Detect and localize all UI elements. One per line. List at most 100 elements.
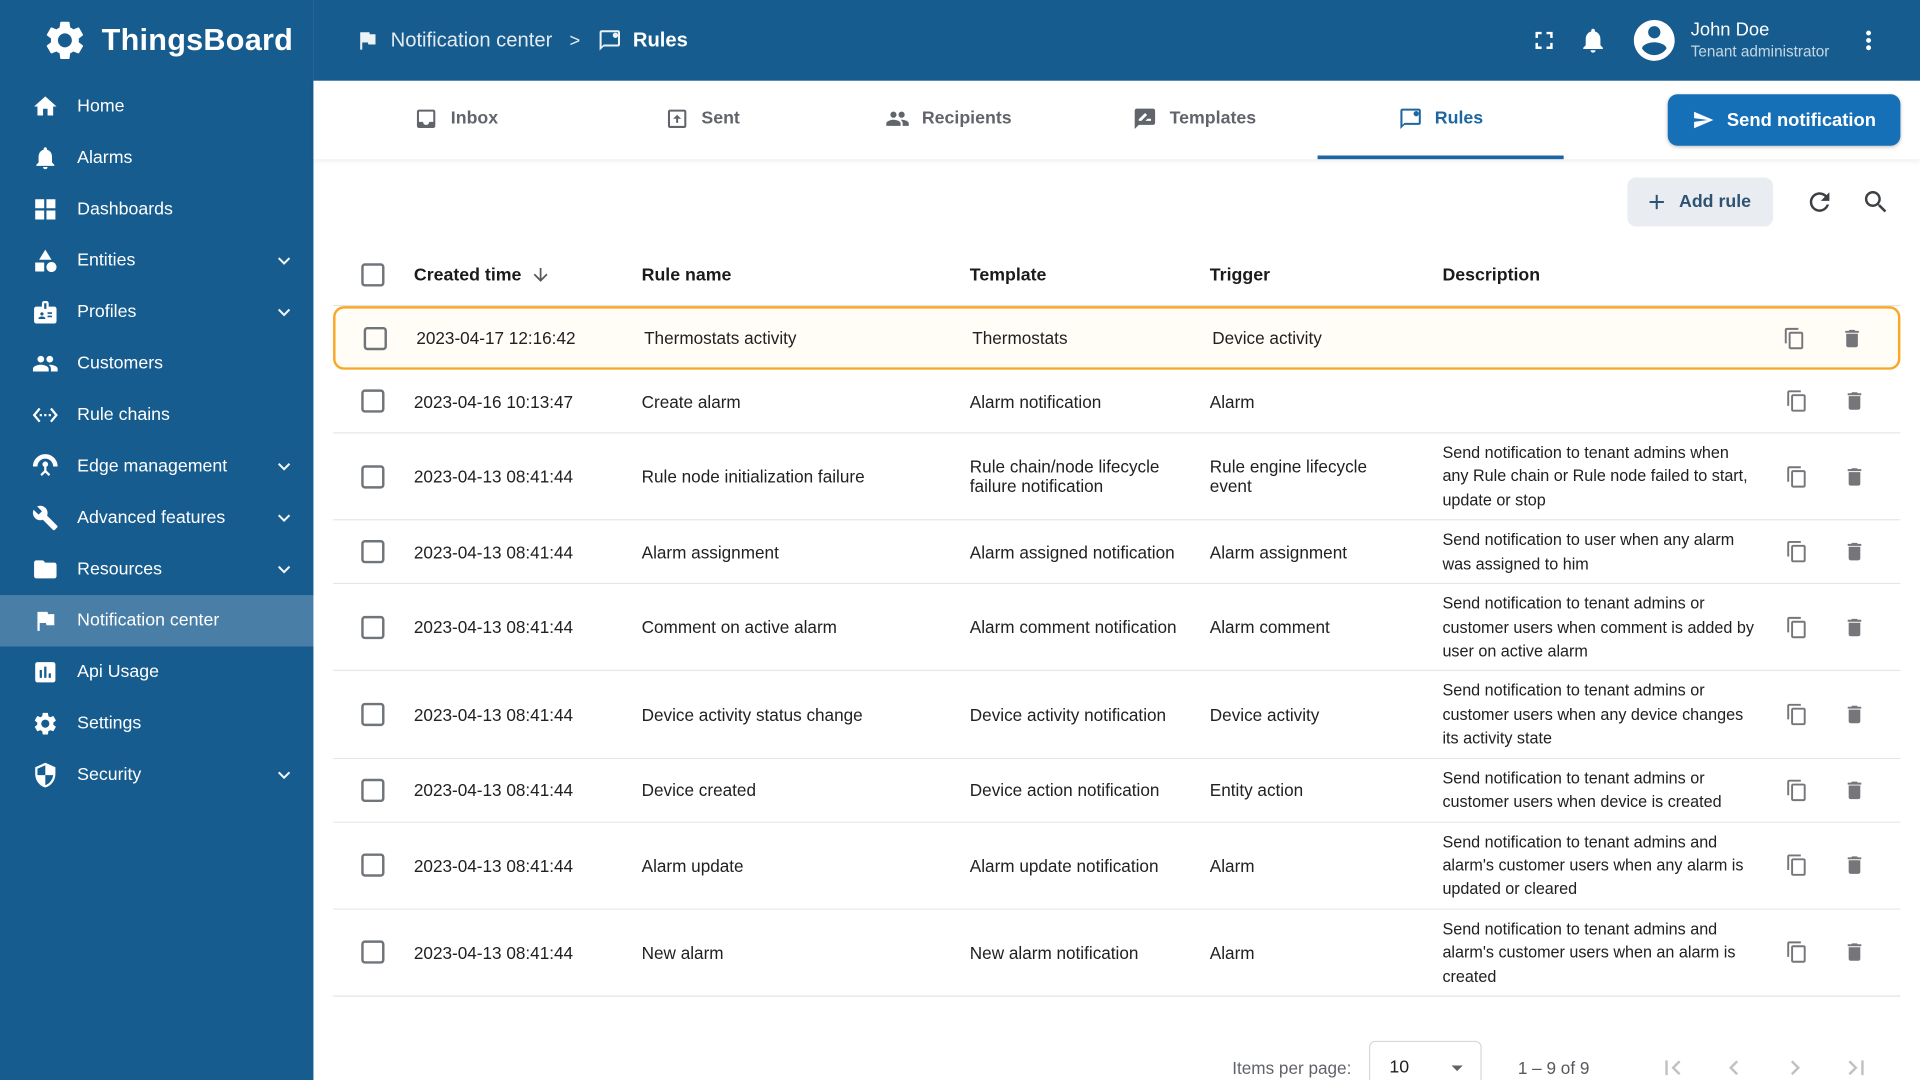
copy-rule-button[interactable] bbox=[1783, 326, 1806, 349]
sidebar-item-settings[interactable]: Settings bbox=[0, 698, 313, 749]
table-row[interactable]: 2023-04-13 08:41:44 Alarm update Alarm u… bbox=[333, 822, 1901, 910]
search-button[interactable] bbox=[1851, 178, 1900, 227]
breadcrumb-parent[interactable]: Notification center bbox=[391, 29, 553, 52]
table-row[interactable]: 2023-04-17 12:16:42 Thermostats activity… bbox=[333, 306, 1901, 370]
sidebar-item-dashboards[interactable]: Dashboards bbox=[0, 184, 313, 235]
sidebar-item-entities[interactable]: Entities bbox=[0, 235, 313, 286]
chevron-down-icon bbox=[272, 454, 296, 478]
copy-rule-button[interactable] bbox=[1785, 778, 1808, 801]
copy-rule-button[interactable] bbox=[1785, 703, 1808, 726]
copy-rule-button[interactable] bbox=[1785, 616, 1808, 639]
row-checkbox[interactable] bbox=[361, 853, 385, 878]
table-row[interactable]: 2023-04-13 08:41:44 New alarm New alarm … bbox=[333, 909, 1901, 997]
copy-rule-button[interactable] bbox=[1785, 540, 1808, 563]
copy-rule-button[interactable] bbox=[1785, 854, 1808, 877]
header-template[interactable]: Template bbox=[950, 258, 1190, 292]
header-created-time[interactable]: Created time bbox=[394, 257, 622, 293]
row-checkbox[interactable] bbox=[361, 702, 385, 727]
tab-templates[interactable]: Templates bbox=[1071, 81, 1317, 159]
row-checkbox[interactable] bbox=[363, 326, 387, 350]
tab-sent[interactable]: Sent bbox=[579, 81, 825, 159]
row-checkbox[interactable] bbox=[361, 941, 385, 965]
delete-rule-button[interactable] bbox=[1843, 616, 1866, 639]
row-checkbox[interactable] bbox=[361, 464, 385, 489]
first-page-button[interactable] bbox=[1658, 1053, 1687, 1080]
tab-rules[interactable]: Rules bbox=[1317, 81, 1564, 160]
chevron-down-icon bbox=[272, 506, 296, 530]
table-row[interactable]: 2023-04-13 08:41:44 Device activity stat… bbox=[333, 671, 1901, 759]
cell-rule-name: Alarm update bbox=[641, 855, 744, 876]
cell-created-time: 2023-04-13 08:41:44 bbox=[413, 466, 574, 487]
add-rule-label: Add rule bbox=[1679, 192, 1752, 212]
app-logo[interactable]: ThingsBoard bbox=[0, 0, 313, 81]
search-icon bbox=[1861, 187, 1890, 216]
delete-rule-button[interactable] bbox=[1843, 540, 1866, 563]
tab-inbox[interactable]: Inbox bbox=[333, 81, 579, 159]
delete-rule-button[interactable] bbox=[1840, 326, 1863, 349]
chevron-down-icon bbox=[272, 763, 296, 787]
send-notification-button[interactable]: Send notification bbox=[1668, 94, 1901, 146]
notifications-button[interactable] bbox=[1568, 16, 1617, 65]
header-rule-name[interactable]: Rule name bbox=[622, 258, 950, 292]
copy-rule-button[interactable] bbox=[1785, 389, 1808, 412]
add-rule-button[interactable]: Add rule bbox=[1627, 177, 1774, 227]
cell-created-time: 2023-04-13 08:41:44 bbox=[413, 855, 574, 876]
sidebar-item-notification-center[interactable]: Notification center bbox=[0, 595, 314, 647]
sidebar-item-alarms[interactable]: Alarms bbox=[0, 132, 313, 183]
row-checkbox[interactable] bbox=[361, 778, 385, 802]
delete-rule-button[interactable] bbox=[1843, 941, 1866, 964]
row-actions bbox=[1773, 771, 1900, 809]
delete-rule-button[interactable] bbox=[1843, 854, 1866, 877]
row-checkbox[interactable] bbox=[361, 540, 385, 564]
dropdown-caret-icon bbox=[1443, 1054, 1470, 1080]
sidebar-item-security[interactable]: Security bbox=[0, 749, 313, 800]
delete-rule-button[interactable] bbox=[1843, 389, 1866, 412]
refresh-icon bbox=[1805, 187, 1834, 216]
delete-rule-button[interactable] bbox=[1843, 703, 1866, 726]
table-row[interactable]: 2023-04-13 08:41:44 Alarm assignment Ala… bbox=[333, 520, 1901, 585]
previous-page-button[interactable] bbox=[1719, 1053, 1748, 1080]
delete-icon bbox=[1840, 326, 1863, 349]
paginator-range: 1 – 9 of 9 bbox=[1517, 1058, 1590, 1078]
breadcrumb: Notification center > Rules bbox=[355, 28, 688, 52]
sidebar-item-profiles[interactable]: Profiles bbox=[0, 287, 313, 338]
header-description[interactable]: Description bbox=[1423, 258, 1773, 292]
sidebar-item-advanced-features[interactable]: Advanced features bbox=[0, 492, 313, 543]
user-menu-button[interactable] bbox=[1844, 16, 1893, 65]
copy-rule-button[interactable] bbox=[1785, 941, 1808, 964]
sidebar-item-label: Settings bbox=[77, 713, 142, 734]
table-row[interactable]: 2023-04-13 08:41:44 Rule node initializa… bbox=[333, 433, 1901, 521]
table-row[interactable]: 2023-04-16 10:13:47 Create alarm Alarm n… bbox=[333, 369, 1901, 434]
sidebar-item-label: Api Usage bbox=[77, 662, 160, 683]
tab-recipients[interactable]: Recipients bbox=[825, 81, 1071, 159]
refresh-button[interactable] bbox=[1795, 178, 1844, 227]
items-per-page-select[interactable]: 10 bbox=[1368, 1040, 1482, 1080]
sidebar-item-rule-chains[interactable]: Rule chains bbox=[0, 389, 313, 440]
sidebar-item-home[interactable]: Home bbox=[0, 81, 313, 132]
header-trigger[interactable]: Trigger bbox=[1190, 258, 1423, 292]
avatar[interactable] bbox=[1629, 16, 1678, 65]
sidebar-item-resources[interactable]: Resources bbox=[0, 544, 313, 595]
sidebar-item-api-usage[interactable]: Api Usage bbox=[0, 647, 313, 698]
delete-rule-button[interactable] bbox=[1843, 778, 1866, 801]
fullscreen-button[interactable] bbox=[1519, 16, 1568, 65]
rules-table: Created time Rule name Template Trigger … bbox=[333, 245, 1901, 997]
user-info[interactable]: John Doe Tenant administrator bbox=[1691, 19, 1830, 61]
row-checkbox[interactable] bbox=[361, 389, 385, 413]
sidebar-item-customers[interactable]: Customers bbox=[0, 338, 313, 389]
sidebar-item-label: Customers bbox=[77, 353, 163, 374]
paginator: Items per page: 10 1 – 9 of 9 bbox=[333, 1040, 1900, 1080]
next-page-button[interactable] bbox=[1780, 1053, 1809, 1080]
delete-rule-button[interactable] bbox=[1843, 465, 1866, 488]
delete-icon bbox=[1843, 389, 1866, 412]
last-page-button[interactable] bbox=[1842, 1053, 1871, 1080]
cell-trigger: Entity action bbox=[1209, 780, 1304, 800]
sidebar-item-edge-management[interactable]: Edge management bbox=[0, 441, 313, 492]
copy-rule-button[interactable] bbox=[1785, 465, 1808, 488]
select-all-checkbox[interactable] bbox=[361, 263, 385, 287]
row-checkbox[interactable] bbox=[361, 615, 385, 639]
table-row[interactable]: 2023-04-13 08:41:44 Device created Devic… bbox=[333, 758, 1901, 823]
rules-icon bbox=[597, 28, 621, 52]
table-row[interactable]: 2023-04-13 08:41:44 Comment on active al… bbox=[333, 584, 1901, 672]
profiles-icon bbox=[32, 299, 59, 326]
